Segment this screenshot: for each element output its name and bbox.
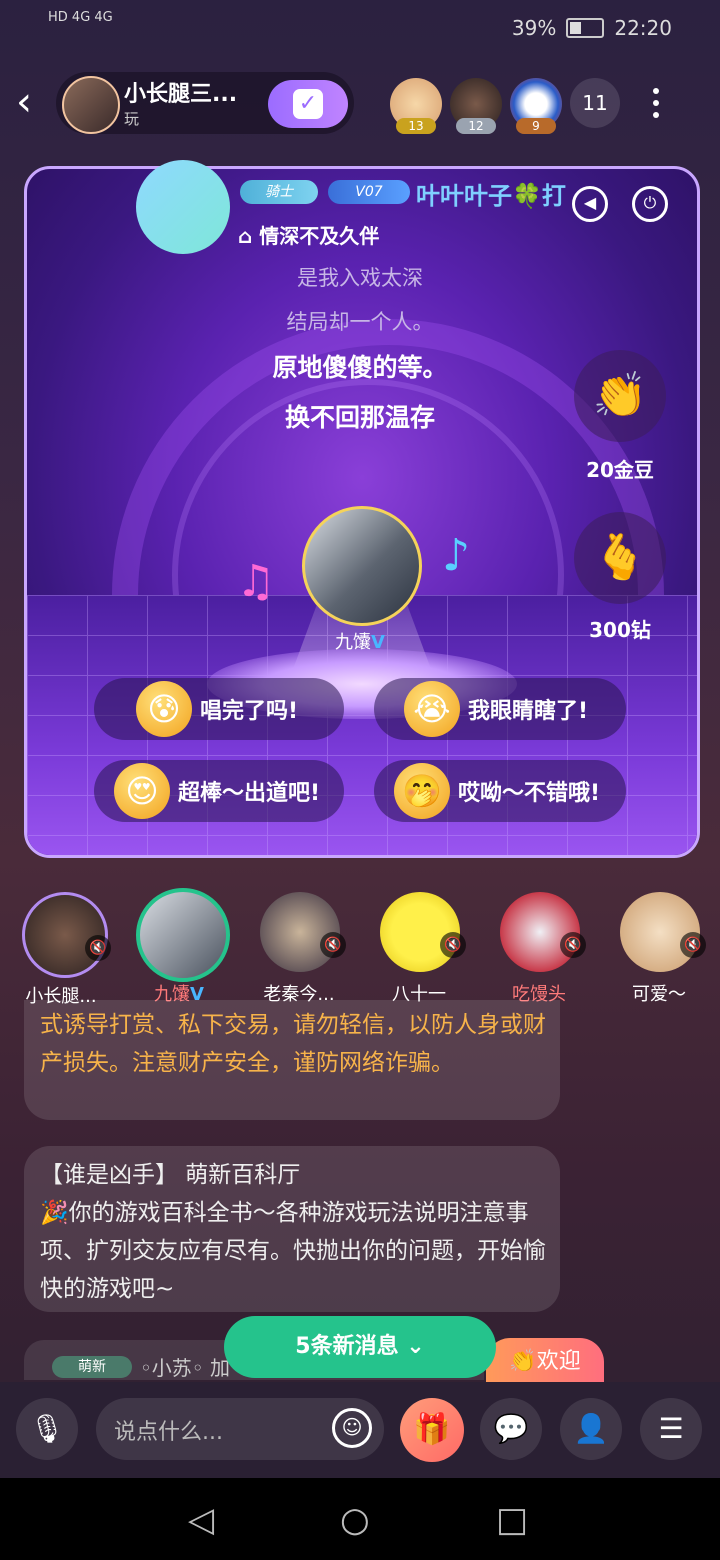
reaction-button[interactable]: 😭 我眼睛瞎了!	[374, 678, 626, 740]
clap-gift-button[interactable]: 👏	[574, 350, 666, 442]
reaction-button[interactable]: 😍 超棒～出道吧!	[94, 760, 344, 822]
mic-seat-6[interactable]: 🔇	[620, 892, 706, 972]
heart-eyes-emoji-icon: 😍	[114, 763, 170, 819]
heart-gift-price: 300钻	[589, 618, 651, 642]
chat-user-name: ◦小苏◦ 加	[140, 1356, 230, 1380]
room-info-text: 【谁是凶手】 萌新百科厅 🎉你的游戏百科全书～各种游戏玩法说明注意事项、扩列交友…	[40, 1162, 546, 1302]
lyric-prev-2: 结局却一个人。	[286, 310, 434, 334]
mic-muted-icon: 🔇	[440, 932, 466, 958]
reaction-button[interactable]: 🤭 哎呦～不错哦!	[374, 760, 626, 822]
rank-avatar-1[interactable]: 13	[390, 78, 442, 134]
performer-name: 九馕V	[335, 632, 385, 653]
gift-icon[interactable]: 🎁	[400, 1398, 464, 1462]
clock: 22:20	[614, 16, 672, 40]
checkin-button[interactable]: ✓	[268, 80, 348, 128]
lyric-prev-1: 是我入戏太深	[297, 266, 423, 290]
battery-icon	[566, 18, 605, 38]
mic-seat-5[interactable]: 🔇	[500, 892, 586, 972]
singer-avatar[interactable]	[136, 160, 230, 254]
message-icon[interactable]: 💬	[480, 1398, 542, 1460]
verified-icon: V	[371, 632, 385, 653]
power-icon[interactable]: ⏻	[632, 186, 668, 222]
rank-avatar-2[interactable]: 12	[450, 78, 502, 134]
mic-seat-4[interactable]: 🔇	[380, 892, 466, 972]
clap-gift-price: 20金豆	[586, 458, 654, 482]
status-bar: HD 4G 4G 39% 22:20	[0, 0, 720, 60]
performer-avatar[interactable]	[302, 506, 422, 626]
music-note-icon: ♪	[442, 530, 471, 581]
new-messages-button[interactable]: 5条新消息 ⌄	[224, 1316, 496, 1378]
add-friend-icon[interactable]: 👤	[560, 1398, 622, 1460]
singer-name: 叶叶叶子🍀打	[416, 182, 566, 210]
mic-seat-2[interactable]	[136, 888, 230, 982]
nav-back-icon[interactable]: ◁	[188, 1500, 214, 1540]
newbie-badge: 萌新	[52, 1356, 132, 1378]
safety-warning-text: 式诱导打赏、私下交易，请勿轻信，以防人身或财产损失。注意财产安全，谨防网络诈骗。	[40, 1012, 546, 1076]
volume-icon[interactable]: ◀	[572, 186, 608, 222]
room-avatar[interactable]	[62, 76, 120, 134]
knight-badge: 骑士	[240, 180, 318, 204]
battery-percent: 39%	[511, 16, 557, 40]
mic-muted-icon: 🔇	[680, 932, 706, 958]
more-icon[interactable]	[646, 84, 666, 124]
room-title: 小长腿三...	[124, 82, 238, 107]
welcome-button[interactable]: 👏欢迎	[486, 1338, 604, 1386]
online-count[interactable]: 11	[570, 78, 620, 128]
nav-recents-icon[interactable]: □	[496, 1500, 528, 1540]
room-subtitle: 玩	[124, 110, 140, 128]
menu-icon[interactable]: ☰	[640, 1398, 702, 1460]
network-indicator: HD 4G 4G	[48, 10, 113, 25]
song-title: ⌂ 情深不及久伴	[238, 224, 380, 248]
reaction-button[interactable]: 😰 唱完了吗!	[94, 678, 344, 740]
mic-off-icon[interactable]: 🎙	[16, 1398, 78, 1460]
music-note-icon: ♫	[236, 556, 276, 607]
checkin-icon: ✓	[293, 89, 323, 119]
chat-input-placeholder: 说点什么...	[114, 1420, 223, 1445]
smile-emoji-icon: 🤭	[394, 763, 450, 819]
mic-seat-1[interactable]: 🔇	[22, 892, 111, 978]
back-icon[interactable]: ‹	[16, 82, 48, 124]
nav-home-icon[interactable]: ○	[340, 1500, 370, 1540]
crying-emoji-icon: 😭	[404, 681, 460, 737]
mic-muted-icon: 🔇	[560, 932, 586, 958]
mic-seat-3[interactable]: 🔇	[260, 892, 346, 972]
vip-badge: V07	[328, 180, 410, 204]
nervous-emoji-icon: 😰	[136, 681, 192, 737]
heart-gift-button[interactable]: 🫰	[574, 512, 666, 604]
seat-name: 可爱～	[632, 984, 686, 1005]
mic-muted-icon: 🔇	[320, 932, 346, 958]
emoji-icon[interactable]: ☺	[332, 1408, 372, 1448]
rank-avatar-3[interactable]: 9	[510, 78, 562, 134]
chevron-down-icon: ⌄	[406, 1334, 425, 1359]
mic-muted-icon: 🔇	[85, 935, 111, 961]
